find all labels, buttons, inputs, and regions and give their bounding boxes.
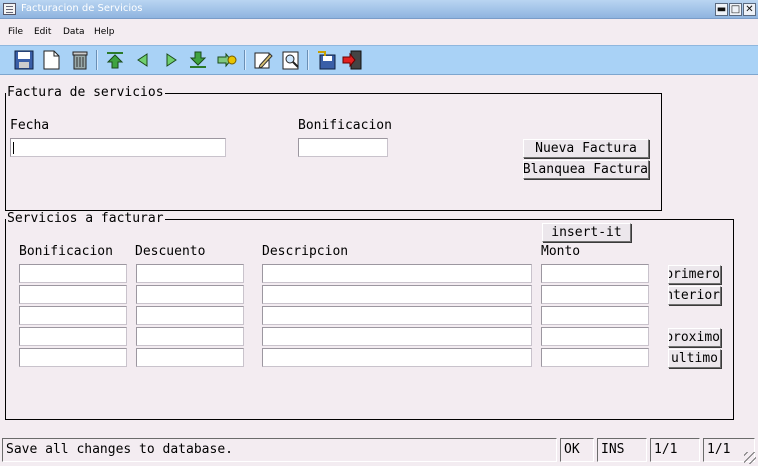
next-record-icon[interactable]	[160, 49, 182, 71]
insert-it-button[interactable]: insert-it	[542, 223, 631, 242]
row4-monto-field[interactable]	[541, 327, 649, 346]
row3-monto-field[interactable]	[541, 306, 649, 325]
row5-descuento-field[interactable]	[136, 348, 244, 367]
primero-button[interactable]: primero	[668, 265, 721, 284]
previous-record-icon[interactable]	[132, 49, 154, 71]
proximo-button[interactable]: proximo	[668, 328, 721, 347]
bonificacion-field[interactable]	[298, 138, 388, 157]
row5-descripcion-field[interactable]	[262, 348, 532, 367]
row4-bonificacion-field[interactable]	[19, 327, 127, 346]
text-caret	[13, 142, 14, 154]
row2-monto-field[interactable]	[541, 285, 649, 304]
last-record-icon[interactable]	[187, 49, 209, 71]
delete-icon[interactable]	[69, 49, 91, 71]
row1-bonificacion-field[interactable]	[19, 264, 127, 283]
status-mode: INS	[597, 438, 647, 462]
servicios-group-title: Servicios a facturar	[6, 211, 165, 226]
menu-edit[interactable]: Edit	[34, 27, 51, 37]
row3-bonificacion-field[interactable]	[19, 306, 127, 325]
bonificacion-label: Bonificacion	[298, 118, 392, 133]
status-message: Save all changes to database.	[2, 438, 557, 462]
factura-group-title: Factura de servicios	[6, 85, 165, 100]
blanquea-factura-button[interactable]: Blanquea Factura	[523, 160, 649, 179]
toolbar-separator	[307, 50, 309, 70]
row5-bonificacion-field[interactable]	[19, 348, 127, 367]
row2-descuento-field[interactable]	[136, 285, 244, 304]
row3-descuento-field[interactable]	[136, 306, 244, 325]
menu-bar: File Edit Data Help	[0, 19, 758, 45]
resize-grip-icon[interactable]	[744, 452, 756, 464]
fecha-label: Fecha	[10, 118, 50, 133]
column-header-monto: Monto	[541, 244, 581, 259]
menu-help[interactable]: Help	[94, 27, 115, 37]
nueva-factura-button[interactable]: Nueva Factura	[523, 139, 649, 158]
window-titlebar[interactable]: Facturacion de Servicios ▬ □ ✕	[0, 0, 758, 19]
toolbar	[0, 45, 758, 75]
column-header-descuento: Descuento	[135, 244, 206, 259]
toolbar-separator	[244, 50, 246, 70]
toolbar-separator	[96, 50, 98, 70]
status-record: 1/1	[650, 438, 700, 462]
row5-monto-field[interactable]	[541, 348, 649, 367]
column-header-bonificacion: Bonificacion	[19, 244, 113, 259]
column-header-descripcion: Descripcion	[262, 244, 349, 259]
menu-data[interactable]: Data	[63, 27, 85, 37]
exit-icon[interactable]	[341, 49, 363, 71]
menu-file[interactable]: File	[8, 27, 23, 37]
close-button[interactable]: ✕	[743, 3, 756, 16]
row1-descripcion-field[interactable]	[262, 264, 532, 283]
first-record-icon[interactable]	[104, 49, 126, 71]
save-icon[interactable]	[13, 49, 35, 71]
row1-monto-field[interactable]	[541, 264, 649, 283]
status-ok: OK	[560, 438, 594, 462]
row2-bonificacion-field[interactable]	[19, 285, 127, 304]
anterior-button[interactable]: anterior	[668, 286, 721, 305]
row1-descuento-field[interactable]	[136, 264, 244, 283]
maximize-button[interactable]: □	[729, 3, 742, 16]
save-exit-icon[interactable]	[315, 49, 337, 71]
find-key-icon[interactable]	[216, 49, 238, 71]
row2-descripcion-field[interactable]	[262, 285, 532, 304]
app-icon	[3, 3, 16, 15]
ultimo-button[interactable]: ultimo	[668, 349, 721, 368]
window-title: Facturacion de Servicios	[21, 3, 143, 14]
row4-descripcion-field[interactable]	[262, 327, 532, 346]
row3-descripcion-field[interactable]	[262, 306, 532, 325]
search-icon[interactable]	[280, 49, 302, 71]
minimize-button[interactable]: ▬	[715, 3, 728, 16]
status-bar: Save all changes to database. OK INS 1/1…	[0, 436, 758, 466]
fecha-field[interactable]	[10, 138, 226, 157]
edit-icon[interactable]	[252, 49, 274, 71]
new-document-icon[interactable]	[40, 49, 62, 71]
row4-descuento-field[interactable]	[136, 327, 244, 346]
